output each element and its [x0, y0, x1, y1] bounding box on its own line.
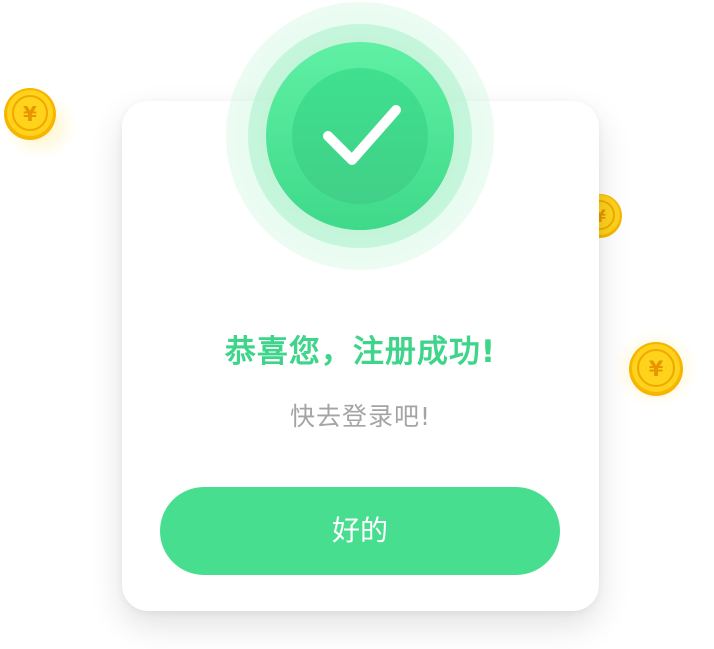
svg-text:¥: ¥ [23, 102, 37, 126]
svg-text:¥: ¥ [649, 357, 664, 381]
confirm-button[interactable]: 好的 [160, 487, 560, 575]
login-prompt: 快去登录吧! [289, 402, 432, 431]
success-title: 恭喜您，注册成功! [224, 334, 497, 370]
success-badge [226, 2, 494, 270]
registration-success-screen: ¥ ¥ ¥ ¥ [0, 0, 714, 649]
yen-coin-icon: ¥ [612, 325, 702, 415]
yen-coin-icon: ¥ [0, 82, 80, 162]
checkmark-icon [323, 105, 401, 165]
